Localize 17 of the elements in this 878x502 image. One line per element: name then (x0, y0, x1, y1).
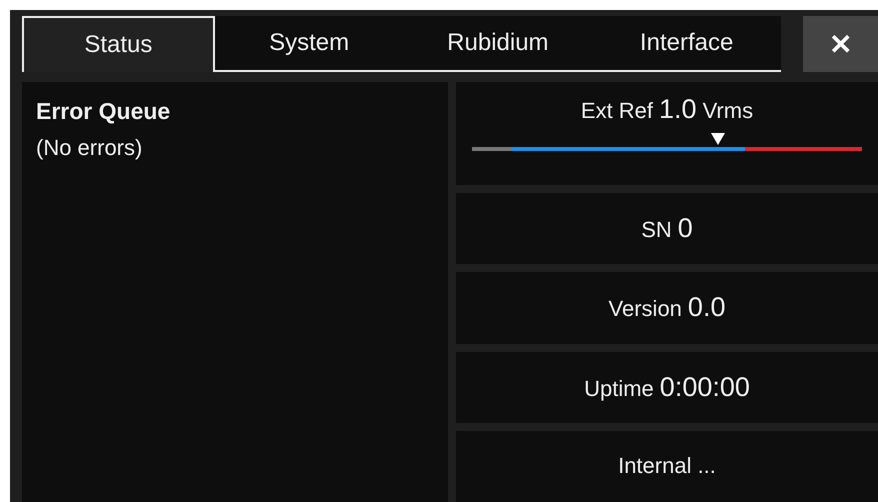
ext-ref-value: 1.0 (659, 94, 697, 125)
info-value: 0.0 (688, 292, 726, 324)
info-label: Uptime (584, 376, 654, 402)
info-value: 0 (678, 213, 693, 244)
info-label: Internal ... (618, 453, 716, 480)
info-label: Version (608, 296, 682, 322)
panel-title: Error Queue (36, 98, 172, 125)
tab[interactable]: Interface (592, 16, 781, 70)
info-label: SN (641, 217, 672, 244)
close-button[interactable]: ✕ (803, 16, 878, 72)
tab[interactable]: Rubidium (404, 16, 592, 70)
info-value: 0:00:00 (660, 372, 750, 403)
ext-ref-label: Ext Ref (580, 98, 654, 124)
tab[interactable]: System (214, 16, 404, 70)
error-message: (No errors) (36, 135, 144, 161)
unit-label: Vrms (702, 98, 754, 124)
tab[interactable]: Status (22, 16, 215, 72)
